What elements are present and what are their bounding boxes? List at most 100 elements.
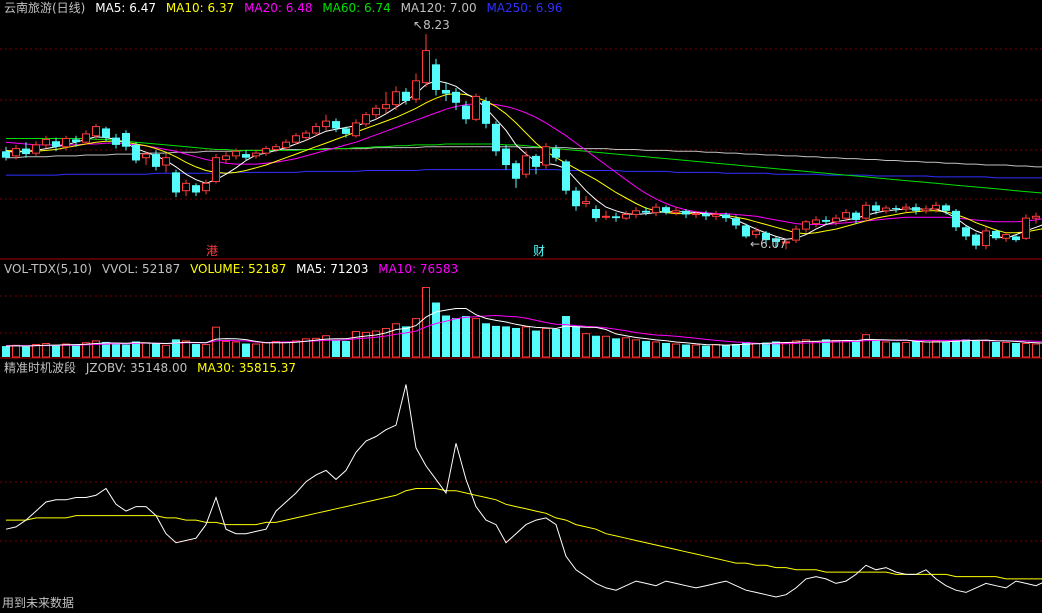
- candle[interactable]: [492, 121, 500, 156]
- volume-bar[interactable]: [562, 316, 570, 357]
- candle[interactable]: [82, 130, 90, 145]
- candle[interactable]: [982, 227, 990, 250]
- volume-bar[interactable]: [852, 341, 860, 357]
- candle[interactable]: [32, 141, 40, 156]
- volume-bar[interactable]: [152, 343, 160, 357]
- candle[interactable]: [802, 219, 810, 233]
- candle[interactable]: [402, 88, 410, 105]
- volume-bar[interactable]: [722, 345, 730, 357]
- candle[interactable]: [542, 143, 550, 169]
- candle[interactable]: [472, 93, 480, 122]
- candle[interactable]: [192, 183, 200, 197]
- volume-bar[interactable]: [252, 343, 260, 358]
- candle[interactable]: [812, 216, 820, 228]
- volume-bar[interactable]: [432, 302, 440, 357]
- volume-bar[interactable]: [922, 341, 930, 358]
- candle[interactable]: [262, 145, 270, 156]
- volume-bar[interactable]: [872, 339, 880, 357]
- candle[interactable]: [392, 86, 400, 111]
- candle[interactable]: [502, 144, 510, 170]
- candle[interactable]: [912, 203, 920, 215]
- candle[interactable]: [432, 58, 440, 96]
- volume-bar[interactable]: [762, 342, 770, 357]
- volume-bar[interactable]: [32, 344, 40, 358]
- volume-bar[interactable]: [552, 328, 560, 357]
- volume-bar[interactable]: [622, 337, 630, 358]
- volume-bar[interactable]: [582, 333, 590, 358]
- volume-bar[interactable]: [702, 345, 710, 357]
- candle[interactable]: [632, 207, 640, 219]
- volume-panel[interactable]: [2, 286, 1042, 358]
- volume-bar[interactable]: [412, 318, 420, 358]
- volume-bar[interactable]: [222, 340, 230, 358]
- volume-bar[interactable]: [462, 316, 470, 357]
- candle[interactable]: [442, 82, 450, 101]
- volume-bar[interactable]: [22, 346, 30, 357]
- volume-bar[interactable]: [712, 344, 720, 358]
- volume-bar[interactable]: [642, 340, 650, 357]
- volume-bar[interactable]: [952, 339, 960, 357]
- candle[interactable]: [622, 210, 630, 220]
- volume-bar[interactable]: [782, 342, 790, 358]
- candle[interactable]: [1002, 232, 1010, 242]
- candle[interactable]: [652, 203, 660, 217]
- volume-bar[interactable]: [482, 323, 490, 357]
- volume-bar[interactable]: [892, 342, 900, 357]
- candle[interactable]: [602, 210, 610, 220]
- volume-bar[interactable]: [262, 342, 270, 358]
- candle[interactable]: [2, 146, 10, 161]
- volume-bar[interactable]: [682, 344, 690, 357]
- candle[interactable]: [212, 154, 220, 184]
- volume-bar[interactable]: [452, 318, 460, 357]
- candle[interactable]: [42, 135, 50, 149]
- candle[interactable]: [1022, 214, 1030, 241]
- volume-bar[interactable]: [282, 341, 290, 358]
- candle[interactable]: [362, 111, 370, 127]
- volume-bar[interactable]: [2, 346, 10, 357]
- candle[interactable]: [382, 91, 390, 114]
- candle[interactable]: [572, 187, 580, 211]
- event-marker-finance[interactable]: 财: [533, 244, 545, 258]
- volume-bar[interactable]: [72, 345, 80, 357]
- candle[interactable]: [742, 223, 750, 239]
- candle[interactable]: [592, 205, 600, 222]
- volume-bar[interactable]: [992, 341, 1000, 357]
- candle[interactable]: [312, 122, 320, 136]
- volume-bar[interactable]: [232, 341, 240, 358]
- volume-bar[interactable]: [1022, 343, 1030, 358]
- candle[interactable]: [422, 34, 430, 88]
- volume-bar[interactable]: [352, 331, 360, 358]
- volume-bar[interactable]: [422, 286, 430, 358]
- candle[interactable]: [512, 160, 520, 188]
- volume-bar[interactable]: [512, 327, 520, 357]
- candle[interactable]: [952, 208, 960, 231]
- indicator-panel[interactable]: [5, 384, 1042, 598]
- volume-bar[interactable]: [212, 326, 220, 358]
- volume-bar[interactable]: [1032, 343, 1040, 358]
- candle[interactable]: [352, 119, 360, 138]
- volume-bar[interactable]: [332, 339, 340, 357]
- volume-bar[interactable]: [862, 334, 870, 358]
- volume-bar[interactable]: [272, 340, 280, 358]
- volume-bar[interactable]: [52, 345, 60, 357]
- candle[interactable]: [892, 205, 900, 213]
- volume-bar[interactable]: [612, 338, 620, 357]
- candle[interactable]: [532, 154, 540, 175]
- candle[interactable]: [322, 114, 330, 131]
- candle[interactable]: [712, 210, 720, 220]
- volume-bar[interactable]: [142, 342, 150, 358]
- candle[interactable]: [482, 97, 490, 129]
- candle[interactable]: [562, 159, 570, 195]
- candle[interactable]: [792, 225, 800, 243]
- volume-bar[interactable]: [732, 344, 740, 357]
- candle[interactable]: [122, 130, 130, 151]
- volume-bar[interactable]: [652, 341, 660, 358]
- candle[interactable]: [172, 169, 180, 198]
- candle[interactable]: [582, 196, 590, 208]
- candle[interactable]: [182, 179, 190, 197]
- volume-bar[interactable]: [122, 344, 130, 357]
- candle[interactable]: [882, 205, 890, 214]
- volume-bar[interactable]: [882, 341, 890, 358]
- volume-bar[interactable]: [542, 327, 550, 358]
- volume-bar[interactable]: [62, 343, 70, 358]
